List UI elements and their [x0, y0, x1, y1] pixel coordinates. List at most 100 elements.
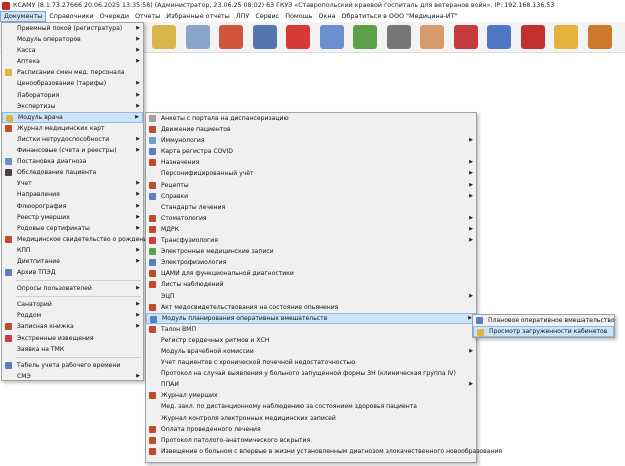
doctor-module-item-10[interactable]: МДРК ▶: [146, 224, 476, 235]
menu-item-label: Иммунология: [161, 137, 205, 145]
documents-menu-item-7[interactable]: Экспертизы ▶: [2, 101, 143, 112]
doctor-module-item-24[interactable]: ППАИ ▶: [146, 379, 476, 390]
menu-directories[interactable]: Справочники: [46, 11, 96, 22]
menu-item-label: Флюорография: [17, 202, 67, 210]
doctor-module-item-20[interactable]: Регистр сердечных ритмов и ХСН: [146, 335, 476, 346]
menu-item-label: Плановое оперативное вмешательство: [488, 317, 615, 324]
menu-item-icon: [5, 169, 12, 177]
doctor-module-item-19[interactable]: Талон ВМП: [146, 324, 476, 335]
doctor-module-item-29[interactable]: Протокол патолого-анатомического вскрыти…: [146, 435, 476, 446]
menu-item-icon: [150, 315, 157, 323]
documents-menu-item-0[interactable]: Приемный покой (регистратура) ▶: [2, 23, 143, 34]
menu-item-label: Карта регистра COVID: [161, 148, 233, 156]
documents-menu-item-2[interactable]: Касса ▶: [2, 45, 143, 56]
doctor-module-item-7[interactable]: Справки ▶: [146, 191, 476, 202]
doctor-module-item-15[interactable]: Листы наблюдений: [146, 279, 476, 290]
documents-menu-item-27[interactable]: Экстренные извещения: [2, 333, 143, 344]
doctor-module-item-3[interactable]: Карта регистра COVID: [146, 146, 476, 157]
documents-menu-item-8[interactable]: Модуль врача ▶: [2, 111, 143, 123]
doctor-module-item-8[interactable]: Стандарты лечения: [146, 202, 476, 213]
doctor-module-item-26[interactable]: Мед. закл. по дистанционному наблюдению …: [146, 401, 476, 412]
doctor-module-item-0[interactable]: Анкеты с портала на диспансеризацию: [146, 113, 476, 124]
doctor-icon[interactable]: [420, 25, 444, 49]
documents-menu-item-3[interactable]: Аптека ▶: [2, 56, 143, 67]
documents-menu-item-22[interactable]: Архив ТПЭД: [2, 267, 143, 278]
menu-documents[interactable]: Документы: [0, 11, 47, 22]
documents-menu-item-1[interactable]: Модуль операторов ▶: [2, 34, 143, 45]
doctor-module-item-13[interactable]: Электрофизиология: [146, 257, 476, 268]
doctor-module-item-4[interactable]: Назначения ▶: [146, 157, 476, 168]
doctor-module-item-30[interactable]: Извещение о больном с впервые в жизни ус…: [146, 446, 502, 457]
patients-icon[interactable]: [487, 25, 511, 49]
documents-menu-item-18[interactable]: Родовые сертификаты ▶: [2, 223, 143, 234]
surgery-planning-item-1[interactable]: Просмотр загруженности кабинетов: [473, 326, 614, 338]
documents-menu-item-4[interactable]: Расписание смен мед. персонала: [2, 67, 143, 78]
documents-menu-item-6[interactable]: Лаборатория ▶: [2, 90, 143, 101]
menu-lpu[interactable]: ЛПУ: [233, 11, 253, 22]
pill-bottle-icon[interactable]: [219, 25, 243, 49]
surgery-planning-item-0[interactable]: Плановое оперативное вмешательство: [473, 315, 615, 326]
documents-menu-item-19[interactable]: Медицинское свидетельство о рождении: [2, 234, 151, 245]
lock-icon[interactable]: [554, 25, 578, 49]
documents-menu-item-23[interactable]: Опросы пользователей ▶: [2, 283, 143, 294]
syringe-icon[interactable]: [185, 25, 210, 49]
doctor-module-item-18[interactable]: Модуль планирования оперативных вмешател…: [146, 312, 476, 324]
documents-menu-item-28[interactable]: Заявка на ТМК: [2, 344, 143, 355]
doctor-module-item-16[interactable]: ЭЦП ▶: [146, 291, 476, 302]
documents-menu-item-13[interactable]: Обследование пациента: [2, 167, 143, 178]
exit-icon[interactable]: [587, 25, 612, 49]
menu-contact-vendor[interactable]: Обратиться в ООО "Медицина-ИТ": [338, 11, 460, 22]
doctor-module-item-11[interactable]: Трансфузиология ▶: [146, 235, 476, 246]
doctor-module-item-5[interactable]: Персонифицированный учёт ▶: [146, 168, 476, 179]
documents-menu-item-15[interactable]: Направления ▶: [2, 189, 143, 200]
documents-menu-item-21[interactable]: Диетпитание ▶: [2, 256, 143, 267]
notepad-icon[interactable]: [152, 25, 176, 49]
first-aid-icon[interactable]: [286, 25, 310, 49]
menu-windows[interactable]: Окна: [315, 11, 338, 22]
documents-menu-item-17[interactable]: Реестр умерших ▶: [2, 212, 143, 223]
menu-service[interactable]: Сервис: [252, 11, 282, 22]
submenu-arrow-icon: ▶: [136, 191, 140, 198]
documents-menu-item-9[interactable]: Журнал медицинских карт: [2, 123, 143, 134]
doctor-module-item-28[interactable]: Оплата проведенного лечения: [146, 424, 476, 435]
documents-menu-item-30[interactable]: СМЭ ▶: [2, 371, 143, 382]
doctor-module-item-22[interactable]: Учет пациентов с хронической почечной не…: [146, 357, 476, 368]
molecules-icon[interactable]: [353, 25, 377, 49]
documents-menu-item-25[interactable]: Роддом ▶: [2, 310, 143, 321]
doctor-module-item-6[interactable]: Рецепты ▶: [146, 180, 476, 191]
documents-menu-item-26[interactable]: Записная книжка ▶: [2, 321, 143, 332]
documents-menu-item-24[interactable]: Санаторий ▶: [2, 299, 143, 310]
doctor-module-item-25[interactable]: Журнал умерших: [146, 390, 476, 401]
doctor-module-item-12[interactable]: Электронные медицинские записи: [146, 246, 476, 257]
thermometer-icon[interactable]: [453, 25, 478, 49]
documents-menu-item-14[interactable]: Учет ▶: [2, 178, 143, 189]
doctor-module-item-9[interactable]: Стоматология ▶: [146, 213, 476, 224]
menu-queues[interactable]: Очереди: [97, 11, 132, 22]
monitor-chart-icon[interactable]: [252, 25, 277, 49]
menu-favorite-reports[interactable]: Избранные отчеты: [163, 11, 233, 22]
submenu-arrow-icon: ▶: [136, 25, 140, 31]
doctor-module-item-23[interactable]: Протокол на случай выявления у больного …: [146, 368, 476, 379]
documents-menu-item-11[interactable]: Финансовые (счета и реестры) ▶: [2, 145, 143, 156]
menu-reports[interactable]: Отчеты: [132, 11, 163, 22]
menu-item-label: Модуль врача: [18, 113, 63, 121]
books-icon[interactable]: [319, 25, 344, 49]
documents-menu-item-10[interactable]: Листки нетрудоспособности ▶: [2, 134, 143, 145]
submenu-arrow-icon: ▶: [136, 224, 140, 231]
doctor-module-item-21[interactable]: Модуль врачебной комиссии ▶: [146, 346, 476, 357]
doctor-module-item-17[interactable]: Акт медосвидетельствования на состояние …: [146, 302, 476, 313]
pdf-icon[interactable]: [520, 25, 545, 49]
doctor-module-item-14[interactable]: ЦАМИ для функциональной диагностики: [146, 268, 476, 279]
barcode-scanner-icon[interactable]: [386, 25, 411, 49]
menu-help[interactable]: Помощь: [282, 11, 315, 22]
documents-menu-item-5[interactable]: Ценообразование (тарифы) ▶: [2, 78, 143, 89]
menu-item-label: Акт медосвидетельствования на состояние …: [161, 303, 339, 311]
doctor-module-item-2[interactable]: Иммунология ▶: [146, 135, 476, 146]
doctor-module-item-27[interactable]: Журнал контроля электронных медицинских …: [146, 413, 476, 424]
documents-menu-item-20[interactable]: КПП ▶: [2, 245, 143, 256]
doctor-module-item-1[interactable]: Движение пациентов: [146, 124, 476, 135]
submenu-arrow-icon: ▶: [136, 202, 140, 209]
documents-menu-item-16[interactable]: Флюорография ▶: [2, 201, 143, 212]
documents-menu-item-12[interactable]: Постановка диагноза: [2, 156, 143, 167]
documents-menu-item-29[interactable]: Табель учета рабочего времени: [2, 360, 143, 371]
